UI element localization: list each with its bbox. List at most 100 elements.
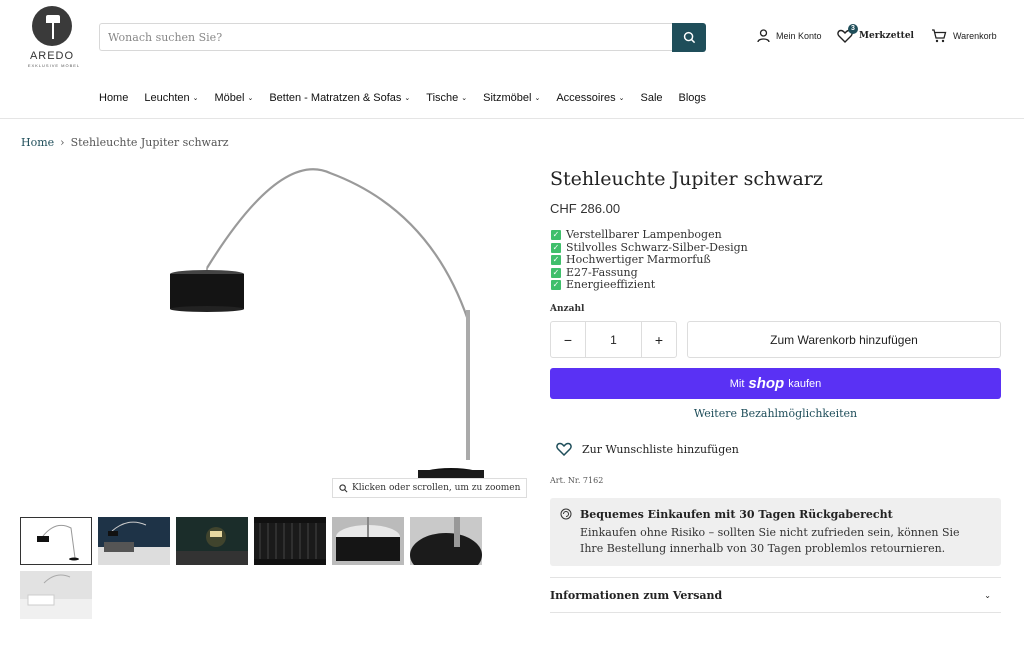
chevron-down-icon: ⌄ <box>404 95 411 102</box>
wishlist-link[interactable]: 3 Merkzettel <box>837 24 914 43</box>
thumbnail-image <box>176 527 248 565</box>
quantity-increase-button[interactable]: + <box>642 322 676 357</box>
thumbnail-image <box>20 574 92 619</box>
quantity-label: Anzahl <box>550 304 585 314</box>
nav-item-label: Home <box>99 92 129 104</box>
checkmark-icon: ✓ <box>551 255 561 266</box>
add-to-cart-button[interactable]: Zum Warenkorb hinzufügen <box>687 321 1001 358</box>
nav-item-betten-matratzen-sofas[interactable]: Betten - Matratzen & Sofas ⌄ <box>269 92 410 104</box>
nav-item-blogs[interactable]: Blogs <box>679 92 707 104</box>
heart-icon <box>556 442 572 456</box>
quantity-input[interactable]: 1 <box>585 322 642 357</box>
zoom-icon <box>339 483 348 492</box>
nav-item-label: Sale <box>640 92 663 104</box>
zoom-hint-text: Klicken oder scrollen, um zu zoomen <box>352 483 521 493</box>
thumbnail-3[interactable] <box>176 517 248 565</box>
logo[interactable]: AREDO EXKLUSIVE MÖBEL <box>24 6 84 70</box>
cart-icon <box>932 29 947 43</box>
thumbnail-image <box>98 521 170 565</box>
chevron-down-icon: ⌄ <box>461 95 468 102</box>
nav-item-home[interactable]: Home <box>99 92 128 104</box>
checkmark-icon: ✓ <box>551 267 561 278</box>
thumbnail-1[interactable] <box>20 517 92 565</box>
thumbnail-image <box>254 523 326 559</box>
wishlist-label: Merkzettel <box>859 31 914 41</box>
search-box <box>99 23 673 51</box>
product-main-image[interactable] <box>20 160 520 500</box>
chevron-down-icon: ⌄ <box>192 95 199 102</box>
nav-item-label: Accessoires <box>556 92 616 104</box>
checkmark-icon: ✓ <box>551 242 561 253</box>
accordion-next[interactable] <box>550 612 1001 647</box>
nav-item-möbel[interactable]: Möbel ⌄ <box>214 92 253 104</box>
account-link[interactable]: Mein Konto <box>757 29 822 43</box>
nav-item-label: Möbel <box>214 92 245 104</box>
checkmark-icon: ✓ <box>551 230 561 241</box>
add-to-wishlist-label: Zur Wunschliste hinzufügen <box>582 442 739 456</box>
chevron-down-icon: ⌄ <box>534 95 541 102</box>
thumbnail-5[interactable] <box>332 517 404 565</box>
feature-item: ✓ Verstellbarer Lampenbogen <box>551 228 748 242</box>
return-policy-box: Bequemes Einkaufen mit 30 Tagen Rückgabe… <box>550 498 1001 566</box>
cart-label: Warenkorb <box>953 31 997 41</box>
shop-pay-button[interactable]: Mit shop kaufen <box>550 368 1001 399</box>
nav-item-label: Blogs <box>678 92 707 104</box>
product-title: Stehleuchte Jupiter schwarz <box>550 168 823 190</box>
thumbnail-image <box>37 524 79 561</box>
nav-item-accessoires[interactable]: Accessoires ⌄ <box>556 92 624 104</box>
chevron-down-icon: ⌄ <box>618 95 625 102</box>
shop-pay-logo: shop <box>748 375 785 392</box>
nav-item-label: Sitzmöbel <box>483 92 532 104</box>
chevron-down-icon: ⌄ <box>984 590 991 600</box>
checkmark-icon: ✓ <box>551 280 561 291</box>
main-nav: Home Leuchten ⌄ Möbel ⌄ Betten - Matratzen & … <box>99 92 722 104</box>
breadcrumb-separator: › <box>60 136 65 149</box>
chevron-down-icon: ⌄ <box>247 95 254 102</box>
wishlist-count-badge: 3 <box>848 24 858 34</box>
nav-item-label: Leuchten <box>144 92 190 104</box>
accordion-shipping-label: Informationen zum Versand <box>550 588 723 602</box>
feature-list: ✓ Verstellbarer Lampenbogen ✓ Stilvolles Sc… <box>551 228 748 292</box>
feature-text: Hochwertiger Marmorfuß <box>566 253 711 266</box>
thumbnail-2[interactable] <box>98 517 170 565</box>
feature-text: Energieeffizient <box>566 278 656 291</box>
thumbnail-6[interactable] <box>410 517 482 577</box>
shop-pay-suffix: kaufen <box>788 377 822 390</box>
thumbnail-image <box>336 517 400 561</box>
search-input[interactable] <box>100 24 673 50</box>
account-label: Mein Konto <box>776 31 822 41</box>
nav-item-sale[interactable]: Sale <box>641 92 663 104</box>
logo-tagline: EXKLUSIVE MÖBEL <box>27 63 81 68</box>
shop-pay-prefix: Mit <box>729 377 745 390</box>
thumbnail-7[interactable] <box>20 571 92 619</box>
accordion-shipping[interactable]: Informationen zum Versand ⌄ <box>550 577 1001 612</box>
search-button[interactable] <box>672 23 706 52</box>
feature-item: ✓ Energieeffizient <box>551 278 748 292</box>
search-icon <box>683 31 695 44</box>
quantity-stepper: − 1 + <box>550 321 677 358</box>
cart-link[interactable]: Warenkorb <box>931 29 997 43</box>
breadcrumb: Home › Stehleuchte Jupiter schwarz <box>21 136 229 149</box>
nav-item-label: Betten - Matratzen & Sofas <box>269 92 402 104</box>
header-divider <box>0 118 1024 119</box>
breadcrumb-current: Stehleuchte Jupiter schwarz <box>70 136 229 149</box>
nav-item-tische[interactable]: Tische ⌄ <box>426 92 467 104</box>
thumbnail-4[interactable] <box>254 517 326 565</box>
logo-name: AREDO <box>29 50 75 62</box>
nav-item-leuchten[interactable]: Leuchten ⌄ <box>144 92 198 104</box>
user-icon <box>757 29 770 43</box>
return-policy-text: Einkaufen ohne Risiko – sollten Sie nich… <box>580 526 960 555</box>
nav-item-sitzmöbel[interactable]: Sitzmöbel ⌄ <box>483 92 540 104</box>
breadcrumb-home[interactable]: Home <box>21 136 54 149</box>
return-icon <box>560 508 572 520</box>
more-payment-options-link[interactable]: Weitere Bezahlmöglichkeiten <box>550 407 1001 420</box>
feature-item: ✓ Hochwertiger Marmorfuß <box>551 253 748 267</box>
add-to-wishlist[interactable]: Zur Wunschliste hinzufügen <box>556 442 739 456</box>
quantity-decrease-button[interactable]: − <box>551 322 585 357</box>
return-policy-title: Bequemes Einkaufen mit 30 Tagen Rückgabe… <box>580 508 893 521</box>
thumbnail-image <box>410 517 482 577</box>
product-price: CHF 286.00 <box>550 201 621 216</box>
feature-text: Verstellbarer Lampenbogen <box>566 228 722 241</box>
zoom-hint[interactable]: Klicken oder scrollen, um zu zoomen <box>332 478 528 498</box>
article-number: Art. Nr. 7162 <box>550 476 604 485</box>
